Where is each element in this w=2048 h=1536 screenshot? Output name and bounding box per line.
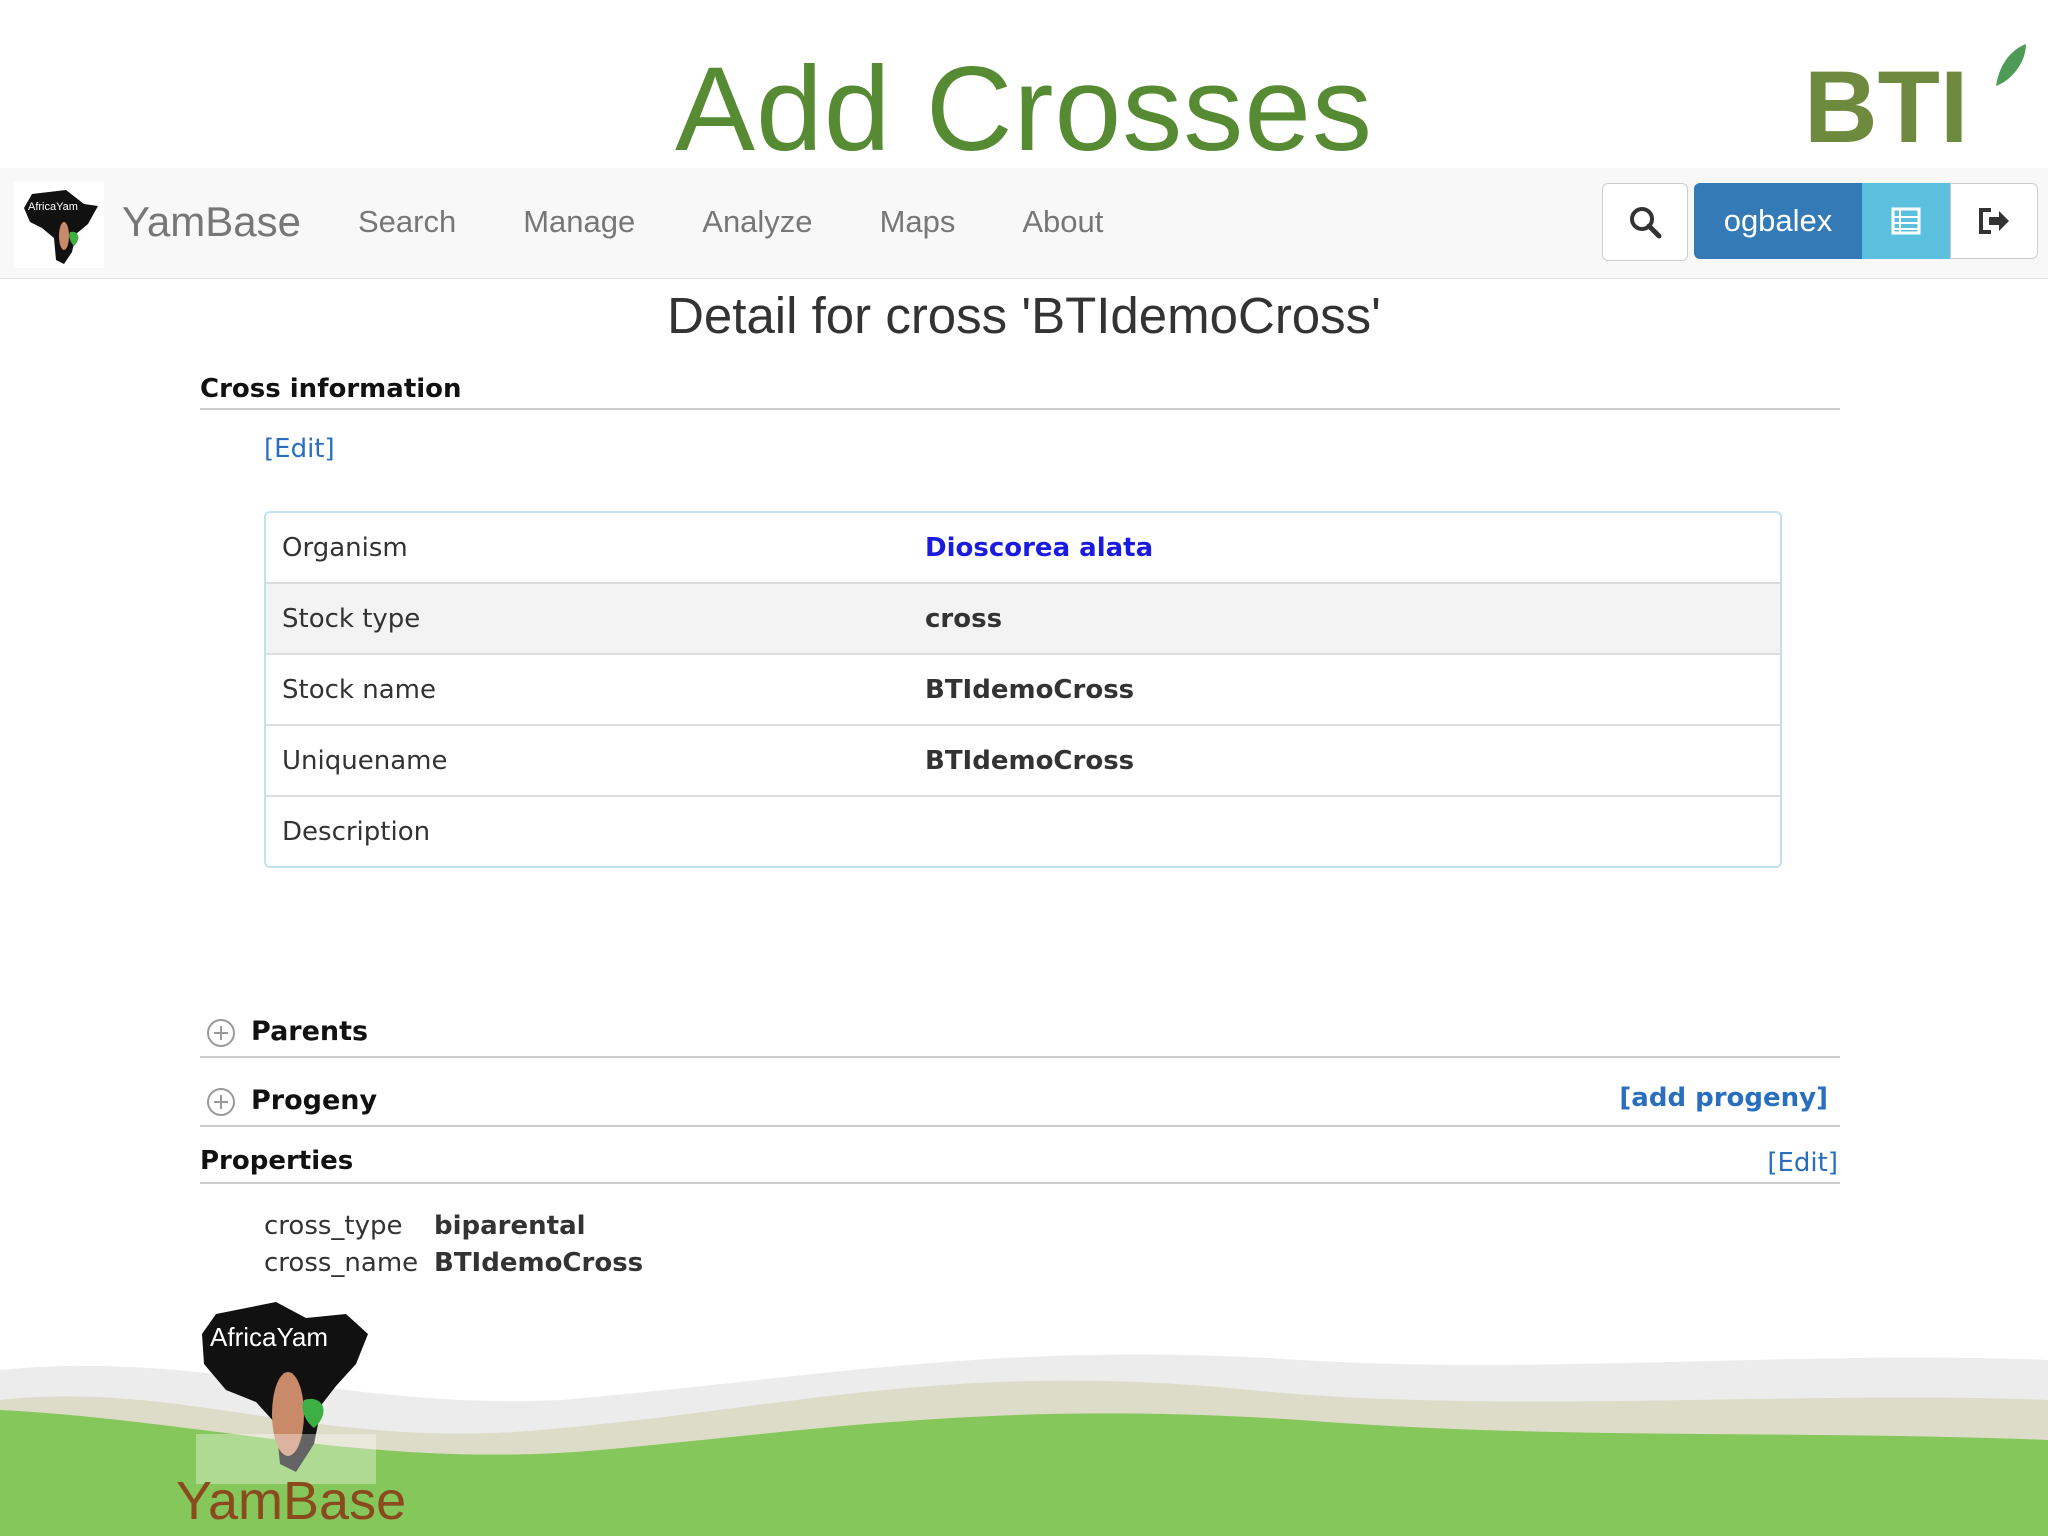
property-item: cross_type biparental bbox=[264, 1208, 643, 1245]
africayam-nav-logo[interactable]: AfricaYam bbox=[14, 182, 104, 268]
table-row: Stock name BTIdemoCross bbox=[266, 655, 1780, 726]
svg-text:AfricaYam: AfricaYam bbox=[28, 201, 78, 213]
row-key-organism: Organism bbox=[282, 532, 408, 563]
organism-link[interactable]: Dioscorea alata bbox=[925, 533, 1153, 563]
cross-info-table: Organism Dioscorea alata Stock type cros… bbox=[264, 511, 1782, 868]
list-button[interactable] bbox=[1862, 183, 1950, 259]
row-key-stock-name: Stock name bbox=[282, 674, 436, 705]
property-value: biparental bbox=[434, 1211, 586, 1241]
nav-menu: Search Manage Analyze Maps About bbox=[358, 204, 1170, 240]
yambase-caption: YamBase bbox=[176, 1471, 407, 1531]
properties-list: cross_type biparental cross_name BTIdemo… bbox=[264, 1208, 643, 1282]
properties-title: Properties bbox=[200, 1146, 354, 1176]
row-key-stock-type: Stock type bbox=[282, 603, 421, 634]
row-value-stock-type: cross bbox=[925, 603, 1003, 634]
user-button-group: ogbalex bbox=[1694, 183, 2038, 259]
row-key-description: Description bbox=[282, 816, 431, 847]
properties-edit-link[interactable]: [Edit] bbox=[1767, 1148, 1838, 1178]
add-progeny-link[interactable]: [add progeny] bbox=[1619, 1083, 1828, 1113]
progeny-title: Progeny bbox=[251, 1085, 378, 1116]
user-button[interactable]: ogbalex bbox=[1694, 183, 1862, 259]
svg-text:AfricaYam: AfricaYam bbox=[210, 1322, 328, 1352]
parents-title: Parents bbox=[251, 1016, 369, 1047]
parents-section-toggle[interactable]: Parents bbox=[200, 1008, 1840, 1058]
table-row: Description bbox=[266, 797, 1780, 866]
row-value-stock-name: BTIdemoCross bbox=[925, 674, 1135, 705]
nav-analyze[interactable]: Analyze bbox=[702, 204, 812, 240]
table-row: Stock type cross bbox=[266, 584, 1780, 655]
expand-plus-icon bbox=[207, 1088, 235, 1116]
brand-name[interactable]: YamBase bbox=[122, 198, 301, 246]
bti-logo: BTI bbox=[1804, 44, 2026, 150]
slide-title: Add Crosses bbox=[675, 42, 1373, 176]
property-item: cross_name BTIdemoCross bbox=[264, 1245, 643, 1282]
expand-plus-icon bbox=[207, 1019, 235, 1047]
row-key-uniquename: Uniquename bbox=[282, 745, 448, 776]
logout-icon bbox=[1979, 208, 2009, 234]
nav-about[interactable]: About bbox=[1022, 204, 1103, 240]
property-key: cross_type bbox=[264, 1211, 403, 1241]
property-value: BTIdemoCross bbox=[434, 1248, 644, 1278]
search-button[interactable] bbox=[1602, 183, 1688, 261]
nav-search[interactable]: Search bbox=[358, 204, 456, 240]
africayam-footer-logo: AfricaYam bbox=[196, 1302, 376, 1484]
property-key: cross_name bbox=[264, 1248, 419, 1278]
table-row: Uniquename BTIdemoCross bbox=[266, 726, 1780, 797]
navbar: AfricaYam YamBase Search Manage Analyze … bbox=[0, 168, 2048, 279]
row-value-uniquename: BTIdemoCross bbox=[925, 745, 1135, 776]
search-icon bbox=[1630, 207, 1662, 239]
cross-info-edit-link[interactable]: [Edit] bbox=[264, 434, 335, 464]
nav-manage[interactable]: Manage bbox=[523, 204, 635, 240]
svg-text:BTI: BTI bbox=[1804, 50, 1968, 150]
table-row: Organism Dioscorea alata bbox=[266, 513, 1780, 584]
nav-maps[interactable]: Maps bbox=[880, 204, 956, 240]
cross-info-header: Cross information bbox=[200, 374, 1840, 410]
progeny-section-toggle[interactable]: Progeny [add progeny] bbox=[200, 1077, 1840, 1127]
list-icon bbox=[1891, 207, 1921, 235]
page-heading: Detail for cross 'BTIdemoCross' bbox=[667, 287, 1381, 344]
properties-header: Properties [Edit] bbox=[200, 1146, 1840, 1184]
cross-info-title: Cross information bbox=[200, 374, 462, 404]
logout-button[interactable] bbox=[1950, 183, 2038, 259]
